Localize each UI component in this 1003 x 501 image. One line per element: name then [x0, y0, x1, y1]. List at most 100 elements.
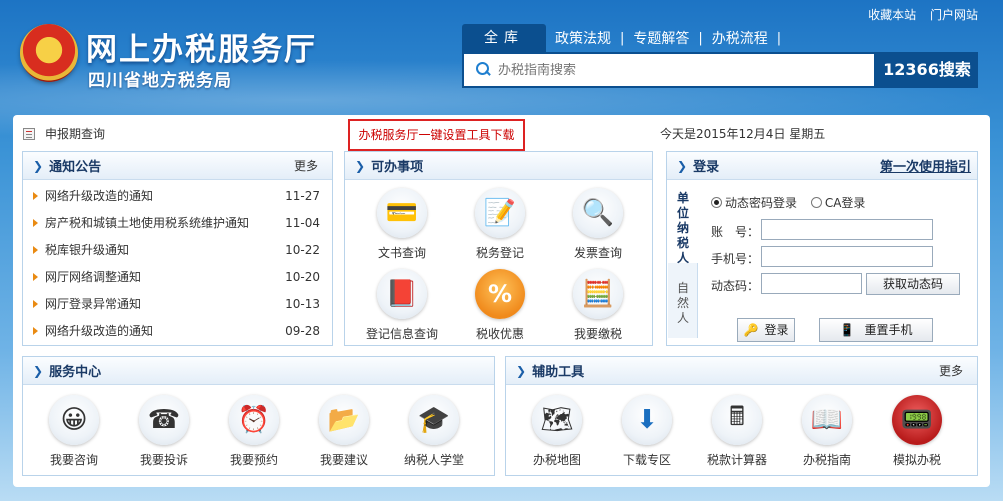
consult-button[interactable]: 😀 我要咨询: [29, 395, 119, 468]
login-button-label: 登录: [764, 323, 789, 337]
notice-date: 10-13: [285, 296, 320, 311]
notice-date: 09-28: [285, 323, 320, 338]
clock-icon: ⏰: [229, 395, 279, 445]
tax-benefit-button[interactable]: % 税收优惠: [451, 269, 549, 342]
search-button[interactable]: 12366搜索: [876, 52, 978, 88]
ca-login-label: CA登录: [824, 196, 866, 210]
reset-phone-button[interactable]: 📱 重置手机: [819, 318, 933, 342]
complaint-label: 我要投诉: [139, 453, 188, 467]
list-item[interactable]: 税库银升级通知 10-22: [23, 236, 332, 263]
simulate-icon: 📟: [892, 395, 942, 445]
tab-policy[interactable]: 政策法规: [546, 28, 620, 48]
download-zone-button[interactable]: ⬇ 下载专区: [602, 395, 692, 468]
bullet-icon: [33, 245, 38, 254]
guide-button[interactable]: 📖 办税指南: [782, 395, 872, 468]
list-item[interactable]: 网络升级改造的通知 11-27: [23, 182, 332, 209]
tab-topics[interactable]: 专题解答: [624, 28, 698, 48]
search-icon: [476, 62, 492, 78]
login-method: 动态密码登录 CA登录: [711, 194, 865, 211]
calculator-label: 税款计算器: [706, 453, 767, 467]
bullet-icon: [33, 326, 38, 335]
current-date: 今天是2015年12月4日 星期五: [660, 127, 826, 141]
info-bar: 申报期查询 办税服务厅一键设置工具下载 今天是2015年12月4日 星期五: [13, 115, 990, 151]
portal-link[interactable]: 门户网站: [930, 8, 978, 22]
download-icon: ⬇: [622, 395, 672, 445]
invoice-query-label: 发票查询: [573, 246, 622, 260]
calculator-button[interactable]: 🖩 税款计算器: [692, 395, 782, 468]
notice-text: 税库银升级通知: [45, 243, 130, 257]
doc-query-button[interactable]: 💳 文书查询: [353, 188, 451, 261]
tab-process[interactable]: 办税流程: [703, 28, 777, 48]
ca-login-radio[interactable]: [810, 197, 822, 208]
download-zone-label: 下载专区: [622, 453, 671, 467]
appointment-label: 我要预约: [229, 453, 278, 467]
service-title: 服务中心: [49, 365, 102, 380]
percent-icon: %: [475, 269, 525, 319]
simulate-button[interactable]: 📟 模拟办税: [872, 395, 962, 468]
appointment-button[interactable]: ⏰ 我要预约: [209, 395, 299, 468]
filing-period-query[interactable]: 申报期查询: [23, 125, 105, 142]
phone-input[interactable]: [761, 246, 933, 267]
tab-unit-taxpayer[interactable]: 单位纳税人: [668, 181, 698, 265]
notice-text: 网厅登录异常通知: [45, 297, 142, 311]
account-input[interactable]: [761, 219, 933, 240]
notice-date: 10-22: [285, 242, 320, 257]
search-input[interactable]: [498, 62, 858, 78]
pay-tax-button[interactable]: 🧮 我要缴税: [549, 269, 647, 342]
todo-title: 可办事项: [371, 160, 424, 175]
register-info-label: 登记信息查询: [365, 327, 438, 341]
school-label: 纳税人学堂: [403, 453, 464, 467]
invoice-query-button[interactable]: 🔍 发票查询: [549, 188, 647, 261]
top-links: 收藏本站 门户网站: [858, 6, 978, 23]
tax-map-label: 办税地图: [532, 453, 581, 467]
simulate-label: 模拟办税: [892, 453, 941, 467]
notice-text: 房产税和城镇土地使用税系统维护通知: [45, 216, 250, 230]
list-item[interactable]: 网厅网络调整通知 10-20: [23, 263, 332, 290]
guide-link[interactable]: 第一次使用指引: [880, 156, 971, 175]
service-grid: 😀 我要咨询 ☎ 我要投诉 ⏰ 我要预约 📂 我要建议 🎓 纳税人学堂: [29, 395, 489, 468]
tab-all[interactable]: 全库: [462, 24, 546, 52]
tax-map-button[interactable]: 🗺 办税地图: [512, 395, 602, 468]
chevron-right-icon: ❯: [355, 158, 366, 173]
notice-list: 网络升级改造的通知 11-27 房产税和城镇土地使用税系统维护通知 11-04 税库…: [23, 180, 332, 344]
login-button[interactable]: 🔑 登录: [737, 318, 795, 342]
tax-register-button[interactable]: 📝 税务登记: [451, 188, 549, 261]
phone-icon: ☎: [139, 395, 189, 445]
card-icon: 💳: [377, 188, 427, 238]
school-button[interactable]: 🎓 纳税人学堂: [389, 395, 479, 468]
list-item[interactable]: 网厅登录异常通知 10-13: [23, 290, 332, 317]
chat-icon: 😀: [49, 395, 99, 445]
register-info-button[interactable]: 📕 登记信息查询: [353, 269, 451, 342]
dynamic-login-radio[interactable]: [711, 197, 722, 208]
code-input[interactable]: [761, 273, 862, 294]
list-item[interactable]: 网络升级改造的通知 09-28: [23, 317, 332, 344]
suggestion-label: 我要建议: [319, 453, 368, 467]
bookmark-link[interactable]: 收藏本站: [868, 8, 916, 22]
service-panel: ❯ 服务中心 😀 我要咨询 ☎ 我要投诉 ⏰ 我要预约 📂 我要建议 🎓 纳税人学堂: [22, 356, 495, 476]
national-emblem-icon: [20, 24, 78, 82]
login-type-tabs: 单位纳税人 自然人: [668, 181, 698, 338]
chevron-right-icon: ❯: [677, 158, 688, 173]
get-code-button[interactable]: 获取动态码: [866, 273, 960, 295]
tab-person-label: 自然人: [676, 281, 689, 325]
tool-download-link[interactable]: 办税服务厅一键设置工具下载: [348, 119, 525, 151]
tab-natural-person[interactable]: 自然人: [668, 281, 698, 326]
tax-register-label: 税务登记: [475, 246, 524, 260]
form-icon: 📝: [475, 188, 525, 238]
chevron-right-icon: ❯: [33, 158, 44, 173]
suggestion-button[interactable]: 📂 我要建议: [299, 395, 389, 468]
bullet-icon: [33, 191, 38, 200]
login-header: ❯ 登录 第一次使用指引: [667, 152, 977, 180]
calendar-icon: [23, 127, 35, 140]
account-label: 账 号：: [711, 225, 760, 239]
notice-panel: ❯ 通知公告 更多 网络升级改造的通知 11-27 房产税和城镇土地使用税系统维护…: [22, 151, 333, 346]
tools-panel: ❯ 辅助工具 更多 🗺 办税地图 ⬇ 下载专区 🖩 税款计算器 📖 办税指南 📟 模拟办税: [505, 356, 978, 476]
tools-grid: 🗺 办税地图 ⬇ 下载专区 🖩 税款计算器 📖 办税指南 📟 模拟办税: [512, 395, 972, 468]
phone-icon: 📱: [839, 323, 855, 337]
notice-more-link[interactable]: 更多: [294, 157, 318, 174]
tools-more-link[interactable]: 更多: [939, 362, 963, 379]
complaint-button[interactable]: ☎ 我要投诉: [119, 395, 209, 468]
site-logo[interactable]: 网上办税服务厅 四川省地方税务局: [20, 22, 340, 92]
todo-header: ❯ 可办事项: [345, 152, 652, 180]
list-item[interactable]: 房产税和城镇土地使用税系统维护通知 11-04: [23, 209, 332, 236]
